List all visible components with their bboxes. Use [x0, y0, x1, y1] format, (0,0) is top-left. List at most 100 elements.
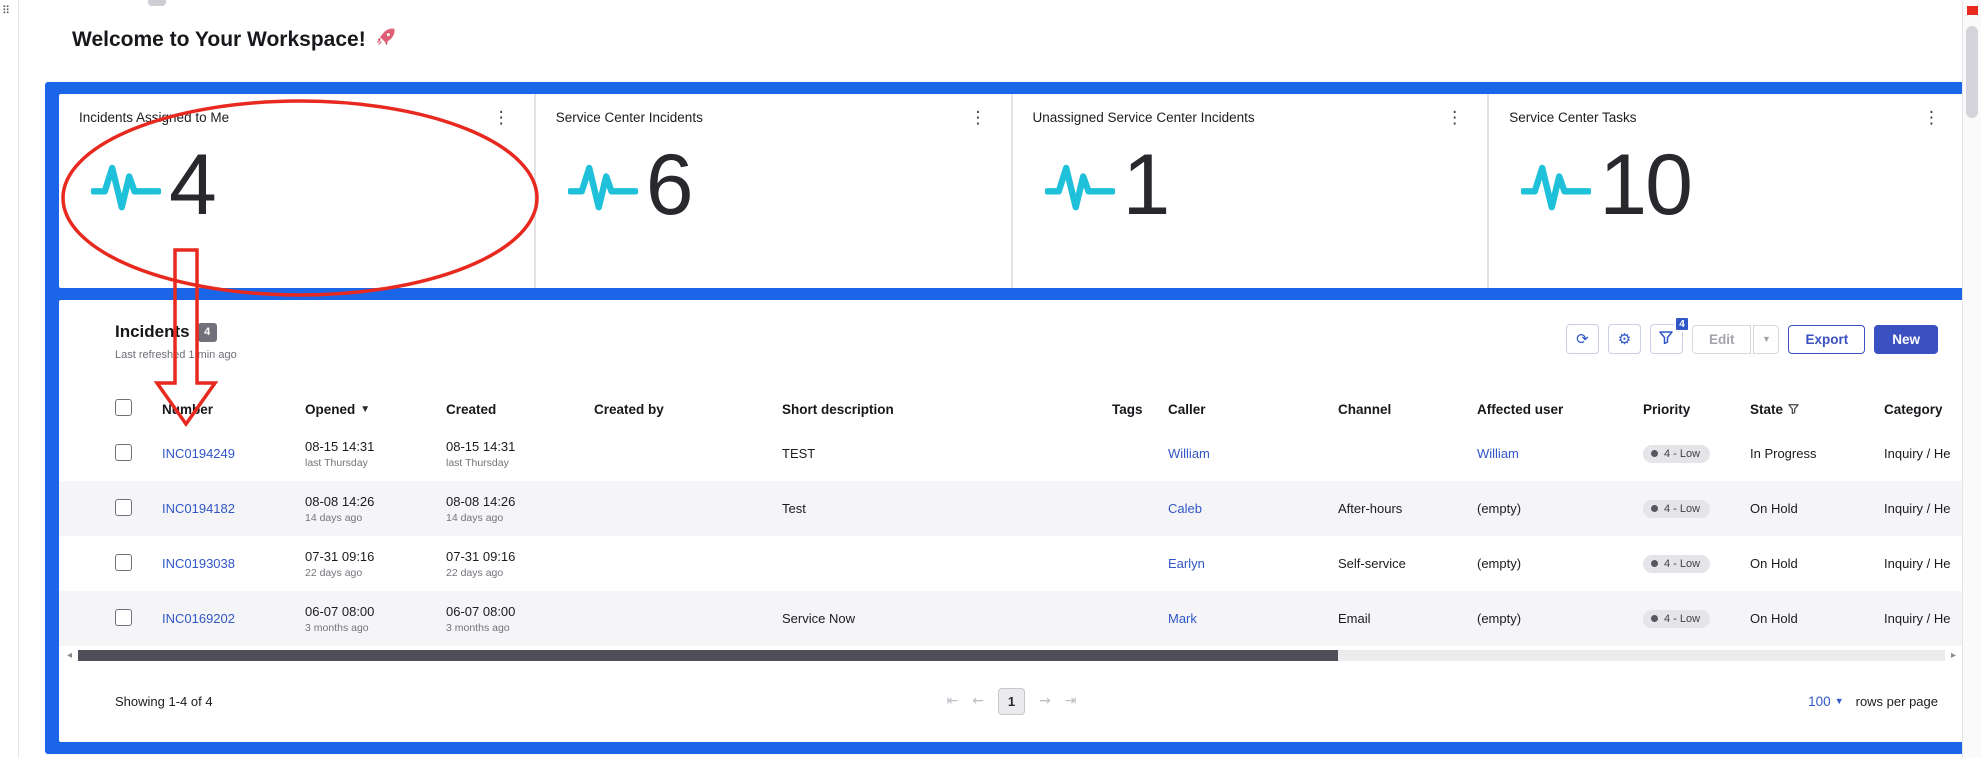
table-row[interactable]: INC0193038 07-31 09:16 22 days ago 07-31 … — [59, 536, 1964, 591]
next-page-icon[interactable]: → — [1039, 693, 1051, 709]
kebab-menu-icon[interactable]: ⋮ — [1442, 110, 1467, 127]
left-rail: ⠿ — [0, 0, 19, 758]
pagination: ⇤ ← 1 → ⇥ — [947, 687, 1077, 715]
scroll-left-icon[interactable]: ◂ — [67, 650, 72, 661]
cell-created: 06-07 08:00 3 months ago — [446, 603, 516, 634]
rows-per-page-dropdown[interactable]: 100 ▼ — [1808, 694, 1843, 709]
metric-value: 6 — [645, 137, 694, 233]
pulse-icon — [91, 158, 161, 214]
chevron-down-icon: ▼ — [1834, 696, 1844, 706]
export-button[interactable]: Export — [1788, 324, 1866, 354]
row-checkbox[interactable] — [115, 443, 132, 461]
first-page-icon[interactable]: ⇤ — [947, 693, 959, 709]
card-title: Service Center Incidents — [555, 110, 703, 125]
table-header-row: Number Opened ▼ Created Created by Short … — [59, 392, 1964, 426]
horizontal-scrollbar-track[interactable] — [78, 649, 1945, 661]
metric-value: 4 — [169, 137, 217, 233]
affected-user-link[interactable]: William — [1477, 446, 1519, 461]
incident-number-link[interactable]: INC0194182 — [162, 501, 235, 516]
caller-link[interactable]: Earlyn — [1168, 556, 1205, 571]
row-checkbox[interactable] — [115, 498, 132, 516]
column-header-channel[interactable]: Channel — [1338, 402, 1477, 417]
column-header-number[interactable]: Number — [162, 402, 305, 417]
cell-short-description: Test — [782, 501, 806, 516]
card-title: Unassigned Service Center Incidents — [1032, 110, 1255, 125]
table-row[interactable]: INC0194182 08-08 14:26 14 days ago 08-08 … — [59, 481, 1964, 536]
card-incidents-assigned-to-me[interactable]: Incidents Assigned to Me ⋮ 4 — [59, 94, 536, 288]
horizontal-scrollbar-thumb[interactable] — [78, 649, 1339, 661]
kebab-menu-icon[interactable]: ⋮ — [966, 110, 991, 127]
previous-page-icon[interactable]: ← — [972, 693, 984, 709]
cell-category: Inquiry / He — [1884, 501, 1951, 516]
kebab-menu-icon[interactable]: ⋮ — [489, 110, 514, 127]
funnel-icon — [1659, 330, 1674, 348]
column-header-category[interactable]: Category — [1884, 402, 1964, 417]
horizontal-scrollbar: ◂ ▸ — [59, 646, 1964, 664]
rows-per-page: 100 ▼ rows per page — [1808, 694, 1938, 709]
cell-affected-user: (empty) — [1477, 556, 1522, 571]
priority-badge: 4 - Low — [1643, 499, 1711, 518]
list-title: Incidents — [115, 322, 190, 341]
incident-number-link[interactable]: INC0169202 — [162, 611, 235, 626]
list-toolbar: ⟳ ⚙ 4 Edit ▼ Export New — [1565, 316, 1938, 354]
column-header-state[interactable]: State — [1750, 402, 1884, 417]
edit-dropdown-button[interactable]: ▼ — [1753, 324, 1780, 354]
column-header-caller[interactable]: Caller — [1168, 402, 1338, 417]
pulse-icon — [567, 158, 638, 214]
grid-fragment-icon: ⠿ — [2, 4, 11, 17]
cell-created: 07-31 09:16 22 days ago — [446, 548, 516, 579]
list-footer: Showing 1-4 of 4 ⇤ ← 1 → ⇥ 100 ▼ rows per… — [59, 664, 1964, 742]
new-button[interactable]: New — [1874, 324, 1938, 354]
cell-short-description: Service Now — [782, 611, 855, 626]
kebab-menu-icon[interactable]: ⋮ — [1919, 110, 1944, 127]
settings-button[interactable]: ⚙ — [1607, 324, 1641, 354]
vertical-scrollbar-thumb[interactable] — [1966, 26, 1978, 118]
row-checkbox[interactable] — [115, 553, 132, 571]
sort-desc-icon: ▼ — [360, 403, 371, 415]
priority-dot — [1651, 615, 1658, 622]
card-service-center-tasks[interactable]: Service Center Tasks ⋮ 10 — [1489, 94, 1964, 288]
column-header-created-by[interactable]: Created by — [594, 402, 782, 417]
rows-per-page-label: rows per page — [1855, 693, 1938, 709]
column-header-tags[interactable]: Tags — [1112, 402, 1168, 417]
column-header-affected-user[interactable]: Affected user — [1477, 402, 1643, 417]
card-unassigned-service-center-incidents[interactable]: Unassigned Service Center Incidents ⋮ 1 — [1013, 94, 1490, 288]
caller-link[interactable]: Caleb — [1168, 501, 1202, 516]
cell-channel: Self-service — [1338, 556, 1406, 571]
cell-channel: After-hours — [1338, 501, 1403, 516]
incident-number-link[interactable]: INC0193038 — [162, 556, 235, 571]
caller-link[interactable]: William — [1168, 446, 1210, 461]
row-checkbox[interactable] — [115, 608, 132, 626]
column-header-priority[interactable]: Priority — [1643, 402, 1750, 417]
current-page-button[interactable]: 1 — [998, 687, 1025, 715]
cell-opened: 08-15 14:31 last Thursday — [305, 438, 375, 469]
column-header-created[interactable]: Created — [446, 402, 594, 417]
priority-badge: 4 - Low — [1643, 554, 1711, 573]
caller-link[interactable]: Mark — [1168, 611, 1197, 626]
select-all-checkbox[interactable] — [115, 399, 132, 416]
card-service-center-incidents[interactable]: Service Center Incidents ⋮ 6 — [536, 94, 1013, 288]
table-row[interactable]: INC0169202 06-07 08:00 3 months ago 06-07… — [59, 591, 1964, 646]
pulse-icon — [1521, 158, 1592, 214]
table-row[interactable]: INC0194249 08-15 14:31 last Thursday 08-1… — [59, 426, 1964, 481]
refresh-button[interactable]: ⟳ — [1565, 324, 1599, 354]
metric-value: 10 — [1599, 137, 1693, 233]
edit-button[interactable]: Edit — [1691, 324, 1752, 354]
last-page-icon[interactable]: ⇥ — [1065, 693, 1077, 709]
count-badge: 4 — [197, 322, 217, 342]
column-header-opened[interactable]: Opened ▼ — [305, 402, 446, 417]
rocket-emoji — [375, 26, 397, 54]
scroll-right-icon[interactable]: ▸ — [1951, 650, 1956, 661]
cell-opened: 07-31 09:16 22 days ago — [305, 548, 375, 579]
welcome-text: Welcome to Your Workspace! — [72, 28, 366, 51]
filter-button[interactable]: 4 — [1649, 316, 1690, 354]
cell-affected-user: (empty) — [1477, 611, 1522, 626]
cell-state: On Hold — [1750, 501, 1798, 516]
gear-icon: ⚙ — [1617, 330, 1632, 348]
edit-split-button: Edit ▼ — [1691, 324, 1780, 354]
column-header-short-description[interactable]: Short description — [782, 402, 1112, 417]
card-title: Incidents Assigned to Me — [79, 110, 230, 125]
red-annotation-mark — [1967, 6, 1978, 15]
vertical-scrollbar[interactable] — [1962, 0, 1981, 758]
incident-number-link[interactable]: INC0194249 — [162, 446, 235, 461]
